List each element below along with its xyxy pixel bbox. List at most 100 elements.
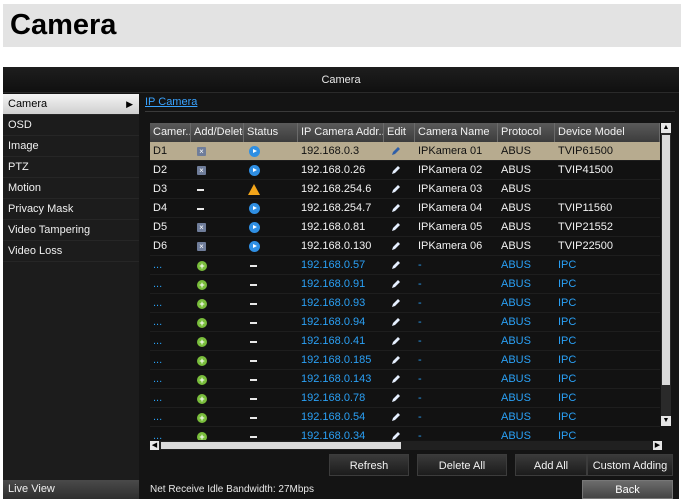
add-delete-cell[interactable]: + — [191, 427, 244, 440]
column-header-status[interactable]: Status — [244, 123, 298, 142]
add-delete-cell[interactable]: + — [191, 408, 244, 426]
edit-icon[interactable] — [391, 222, 401, 232]
column-header-ip-address[interactable]: IP Camera Addr... — [298, 123, 384, 142]
horizontal-scroll-thumb[interactable] — [161, 442, 401, 449]
edit-cell[interactable] — [384, 237, 415, 255]
add-delete-cell[interactable]: + — [191, 332, 244, 350]
edit-icon[interactable] — [391, 146, 401, 156]
add-delete-cell[interactable] — [191, 199, 244, 217]
edit-icon[interactable] — [391, 374, 401, 384]
edit-cell[interactable] — [384, 408, 415, 426]
add-icon[interactable]: + — [197, 280, 207, 290]
table-row[interactable]: ... +192.168.0.34 - ABUS IPC — [150, 427, 660, 440]
edit-icon[interactable] — [391, 260, 401, 270]
add-delete-cell[interactable]: + — [191, 370, 244, 388]
column-header-device-model[interactable]: Device Model — [555, 123, 660, 142]
edit-cell[interactable] — [384, 180, 415, 198]
column-header-protocol[interactable]: Protocol — [498, 123, 555, 142]
add-delete-cell[interactable]: + — [191, 256, 244, 274]
add-delete-cell[interactable] — [191, 180, 244, 198]
edit-icon[interactable] — [391, 279, 401, 289]
edit-cell[interactable] — [384, 199, 415, 217]
custom-adding-button[interactable]: Custom Adding — [587, 454, 673, 476]
add-icon[interactable]: + — [197, 394, 207, 404]
add-delete-cell[interactable]: × — [191, 237, 244, 255]
add-icon[interactable]: + — [197, 299, 207, 309]
edit-cell[interactable] — [384, 275, 415, 293]
table-row[interactable]: ... +192.168.0.78 - ABUS IPC — [150, 389, 660, 408]
edit-icon[interactable] — [391, 165, 401, 175]
edit-icon[interactable] — [391, 317, 401, 327]
sidebar-item-motion[interactable]: Motion — [3, 178, 139, 199]
edit-icon[interactable] — [391, 431, 401, 440]
add-delete-cell[interactable]: + — [191, 294, 244, 312]
column-header-camera-name[interactable]: Camera Name — [415, 123, 498, 142]
table-row[interactable]: ... +192.168.0.94 - ABUS IPC — [150, 313, 660, 332]
edit-cell[interactable] — [384, 256, 415, 274]
delete-icon[interactable]: × — [197, 242, 206, 251]
sidebar-item-video-tampering[interactable]: Video Tampering — [3, 220, 139, 241]
scroll-left-icon[interactable]: ◀ — [150, 441, 159, 450]
scroll-up-icon[interactable]: ▲ — [661, 123, 671, 133]
edit-icon[interactable] — [391, 412, 401, 422]
add-icon[interactable]: + — [197, 261, 207, 271]
edit-icon[interactable] — [391, 241, 401, 251]
edit-icon[interactable] — [391, 393, 401, 403]
add-delete-cell[interactable]: × — [191, 218, 244, 236]
edit-cell[interactable] — [384, 142, 415, 160]
table-row[interactable]: D4 192.168.254.7 IPKamera 04 ABUS TVIP11560 — [150, 199, 660, 218]
add-delete-cell[interactable]: + — [191, 275, 244, 293]
sidebar-item-osd[interactable]: OSD — [3, 115, 139, 136]
sidebar-item-camera[interactable]: Camera ▶ — [3, 94, 139, 115]
add-icon[interactable]: + — [197, 375, 207, 385]
sidebar-item-ptz[interactable]: PTZ — [3, 157, 139, 178]
table-row[interactable]: ... +192.168.0.91 - ABUS IPC — [150, 275, 660, 294]
sidebar-item-privacy-mask[interactable]: Privacy Mask — [3, 199, 139, 220]
tab-ip-camera[interactable]: IP Camera — [145, 96, 197, 108]
edit-cell[interactable] — [384, 351, 415, 369]
edit-cell[interactable] — [384, 218, 415, 236]
table-row[interactable]: ... +192.168.0.185 - ABUS IPC — [150, 351, 660, 370]
table-row[interactable]: D6 × 192.168.0.130 IPKamera 06 ABUS TVIP22500 — [150, 237, 660, 256]
refresh-button[interactable]: Refresh — [329, 454, 409, 476]
table-row[interactable]: ... +192.168.0.41 - ABUS IPC — [150, 332, 660, 351]
edit-cell[interactable] — [384, 427, 415, 440]
live-view-button[interactable]: Live View — [3, 480, 139, 499]
table-row[interactable]: D2 × 192.168.0.26 IPKamera 02 ABUS TVIP41500 — [150, 161, 660, 180]
table-row[interactable]: ... +192.168.0.93 - ABUS IPC — [150, 294, 660, 313]
table-row[interactable]: ... +192.168.0.57 - ABUS IPC — [150, 256, 660, 275]
sidebar-item-image[interactable]: Image — [3, 136, 139, 157]
back-button[interactable]: Back — [582, 480, 673, 499]
delete-all-button[interactable]: Delete All — [417, 454, 507, 476]
add-icon[interactable]: + — [197, 356, 207, 366]
edit-icon[interactable] — [391, 203, 401, 213]
edit-cell[interactable] — [384, 370, 415, 388]
add-delete-cell[interactable]: + — [191, 389, 244, 407]
table-row[interactable]: ... +192.168.0.54 - ABUS IPC — [150, 408, 660, 427]
table-row[interactable]: D3 192.168.254.6 IPKamera 03 ABUS — [150, 180, 660, 199]
table-row[interactable]: D1 × 192.168.0.3 IPKamera 01 ABUS TVIP61500 — [150, 142, 660, 161]
delete-icon[interactable]: × — [197, 166, 206, 175]
edit-cell[interactable] — [384, 389, 415, 407]
add-delete-cell[interactable]: + — [191, 351, 244, 369]
edit-icon[interactable] — [391, 184, 401, 194]
edit-icon[interactable] — [391, 336, 401, 346]
edit-cell[interactable] — [384, 161, 415, 179]
vertical-scroll-thumb[interactable] — [662, 135, 670, 385]
vertical-scrollbar[interactable]: ▲ ▼ — [661, 123, 671, 426]
table-row[interactable]: ... +192.168.0.143 - ABUS IPC — [150, 370, 660, 389]
column-header-camera[interactable]: Camer... — [150, 123, 191, 142]
add-delete-cell[interactable]: × — [191, 142, 244, 160]
edit-icon[interactable] — [391, 355, 401, 365]
add-icon[interactable]: + — [197, 432, 207, 440]
table-row[interactable]: D5 × 192.168.0.81 IPKamera 05 ABUS TVIP21552 — [150, 218, 660, 237]
add-icon[interactable]: + — [197, 337, 207, 347]
add-all-button[interactable]: Add All — [515, 454, 587, 476]
add-delete-cell[interactable]: + — [191, 313, 244, 331]
scroll-down-icon[interactable]: ▼ — [661, 416, 671, 426]
add-icon[interactable]: + — [197, 413, 207, 423]
column-header-edit[interactable]: Edit — [384, 123, 415, 142]
sidebar-item-video-loss[interactable]: Video Loss — [3, 241, 139, 262]
scroll-right-icon[interactable]: ▶ — [653, 441, 662, 450]
edit-cell[interactable] — [384, 313, 415, 331]
